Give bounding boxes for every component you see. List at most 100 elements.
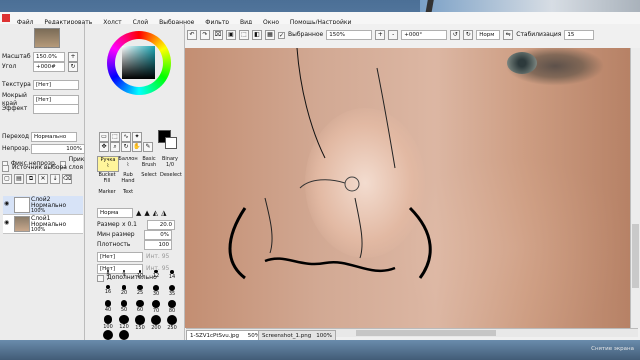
- move-icon[interactable]: ✥: [99, 142, 109, 152]
- brush-size-label: 40: [104, 306, 112, 313]
- brush-size-35[interactable]: 35: [164, 285, 180, 297]
- size-field[interactable]: 20.0: [147, 220, 175, 230]
- texture-select[interactable]: [Нет]: [33, 80, 79, 90]
- hand-icon[interactable]: ✋: [132, 142, 142, 152]
- horizontal-scroll-thumb[interactable]: [356, 330, 496, 336]
- brush-size-150[interactable]: 150: [132, 315, 148, 331]
- blend-select[interactable]: Нормально: [31, 132, 77, 142]
- lasso-icon[interactable]: ∿: [121, 132, 131, 142]
- navigator-thumbnail[interactable]: [34, 28, 60, 48]
- brush-size-9[interactable]: 9: [116, 270, 132, 278]
- deselect-icon[interactable]: ⬚: [239, 30, 249, 40]
- mode-checkbox[interactable]: ✓: [278, 31, 285, 39]
- brush-size-60[interactable]: 60: [132, 300, 148, 313]
- tab-doc-2-name: Screenshot_1.png: [262, 333, 312, 339]
- tool-airbrush[interactable]: Баллон ⌇: [118, 156, 138, 170]
- stabilizer-field[interactable]: 15: [564, 30, 595, 40]
- density-field[interactable]: 100: [144, 240, 172, 250]
- layer-mode-icon[interactable]: ▭: [99, 132, 109, 142]
- brush-size-8[interactable]: 8: [100, 270, 116, 278]
- brush-shape-3[interactable]: ◭: [153, 209, 158, 217]
- size-multiplier[interactable]: x 0.1: [122, 221, 144, 229]
- brush-size-100[interactable]: 100: [100, 315, 116, 330]
- rotate-button[interactable]: ↻: [68, 62, 78, 72]
- tool-basic-brush[interactable]: Basic Brush: [139, 156, 159, 170]
- eye-icon[interactable]: ◉: [4, 219, 9, 226]
- layer-row-1[interactable]: ◉ Слой1 Нормально 100%: [3, 215, 83, 234]
- zoom-icon[interactable]: ⌕: [110, 142, 120, 152]
- tool-select[interactable]: Select: [139, 172, 159, 186]
- clear-layer-button[interactable]: ⌫: [62, 174, 72, 184]
- brush-size-50[interactable]: 50: [116, 300, 132, 313]
- saturation-value-square[interactable]: [122, 46, 155, 79]
- brush-size-200[interactable]: 200: [148, 315, 164, 331]
- tool-deselect[interactable]: Deselect: [160, 172, 182, 186]
- select-rect-icon[interactable]: ⬚: [110, 132, 120, 142]
- rotate-right-icon[interactable]: ↻: [463, 30, 474, 40]
- zoom-minus-icon[interactable]: -: [388, 30, 399, 40]
- brush-size-120[interactable]: 120: [116, 315, 132, 330]
- clear-icon[interactable]: ⌧: [213, 30, 223, 40]
- left-nostril-curve: [228, 207, 247, 280]
- brush-size-40[interactable]: 40: [100, 300, 116, 313]
- min-size-field[interactable]: 0%: [144, 230, 172, 240]
- rotate-icon[interactable]: ↻: [121, 142, 131, 152]
- effect-select[interactable]: [33, 104, 79, 114]
- secondary-color-swatch[interactable]: [165, 137, 177, 149]
- brush-mode-select[interactable]: Норма: [97, 208, 133, 218]
- tool-bucket[interactable]: Bucket Fill: [97, 172, 117, 186]
- brush-size-16[interactable]: 16: [100, 285, 116, 295]
- brush-size-80[interactable]: 80: [164, 300, 180, 314]
- brush-shape-1[interactable]: ▲: [136, 209, 141, 217]
- new-folder-button[interactable]: ▤: [14, 174, 24, 184]
- tool-marker[interactable]: Marker: [97, 188, 117, 196]
- select-source-checkbox[interactable]: [2, 164, 9, 172]
- brush-size-12[interactable]: 12: [148, 270, 164, 279]
- brush-size-10[interactable]: 10: [132, 270, 148, 279]
- vertical-scrollbar[interactable]: [630, 48, 640, 328]
- brush-size-14[interactable]: 14: [164, 270, 180, 280]
- tool-binary[interactable]: Binary 1/0: [160, 156, 180, 170]
- tool-text[interactable]: Text: [118, 188, 138, 196]
- layer-row-2[interactable]: ◉ Слой2 Нормально 100%: [3, 196, 83, 215]
- invert-icon[interactable]: ◧: [252, 30, 262, 40]
- undo-icon[interactable]: ↶: [187, 30, 197, 40]
- zoom-in-button[interactable]: +: [68, 52, 78, 62]
- eyedropper-icon[interactable]: ✎: [143, 142, 153, 152]
- merge-layer-button[interactable]: ↓: [50, 174, 60, 184]
- angle-label: Угол: [2, 63, 17, 70]
- tool-pen[interactable]: Ручка ⌇: [97, 156, 119, 172]
- brush-size-30[interactable]: 30: [148, 285, 164, 297]
- brush-size-20[interactable]: 20: [116, 285, 132, 296]
- brush-shape-2[interactable]: ▲: [144, 209, 149, 217]
- new-layer-button[interactable]: ▢: [2, 174, 12, 184]
- zoom-plus-icon[interactable]: +: [375, 30, 386, 40]
- effect-label: Эффект: [2, 105, 28, 112]
- flip-icon[interactable]: ⇋: [503, 30, 514, 40]
- brush-size-250[interactable]: 250: [164, 315, 180, 331]
- select-icon[interactable]: ▣: [226, 30, 236, 40]
- copy-layer-button[interactable]: ⧉: [26, 174, 36, 184]
- brush-shape-4[interactable]: ◮: [161, 209, 166, 217]
- opacity-field[interactable]: 100%: [31, 144, 85, 154]
- brush-size-label: 20: [120, 289, 128, 296]
- app-icon[interactable]: [2, 14, 10, 22]
- norm-select[interactable]: Норм: [476, 30, 501, 40]
- eye-icon[interactable]: ◉: [4, 200, 9, 207]
- delete-layer-button[interactable]: ✕: [38, 174, 48, 184]
- brush-size-25[interactable]: 25: [132, 285, 148, 296]
- vertical-scroll-thumb[interactable]: [632, 224, 639, 288]
- brush-texture-a[interactable]: [Нет]: [97, 252, 143, 262]
- angle-field[interactable]: +000#: [33, 62, 65, 72]
- magic-wand-icon[interactable]: ✦: [132, 132, 142, 142]
- drawing-canvas[interactable]: [185, 48, 640, 328]
- rotation-select[interactable]: +000°: [401, 30, 448, 40]
- tool-rub-hand[interactable]: Rub Hand: [118, 172, 138, 186]
- brush-size-70[interactable]: 70: [148, 300, 164, 314]
- zoom-field[interactable]: 150.0%: [33, 52, 65, 62]
- grid-icon[interactable]: ▦: [265, 30, 275, 40]
- zoom-select[interactable]: 150%: [326, 30, 373, 40]
- redo-icon[interactable]: ↷: [200, 30, 210, 40]
- rotate-left-icon[interactable]: ↺: [450, 30, 461, 40]
- brush-dot: [136, 300, 144, 308]
